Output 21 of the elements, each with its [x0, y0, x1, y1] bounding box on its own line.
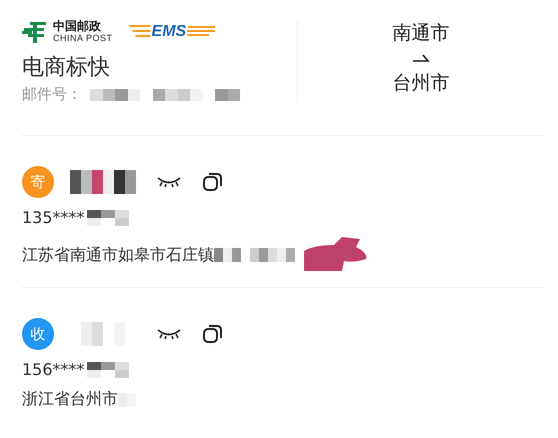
pixelated-redaction [86, 362, 129, 378]
badge: 寄 [22, 166, 54, 198]
origin-city: 南通市 [392, 21, 450, 46]
tracking-label: 邮件号： [22, 85, 82, 104]
address-text: 浙江省台州市 [22, 389, 118, 410]
eye-closed-icon[interactable] [156, 176, 182, 188]
copy-icon[interactable] [202, 171, 224, 193]
copy-icon[interactable] [202, 323, 224, 345]
logo-text: 中国邮政 [53, 20, 102, 32]
address-text: 江苏省南通市如皋市石庄镇 [22, 244, 214, 266]
badge: 收 [22, 318, 54, 350]
pixelated-redaction [86, 210, 129, 226]
phone-number: 156**** [22, 360, 85, 379]
logo-text: CHINA POST [53, 34, 113, 43]
pixelated-redaction [70, 170, 136, 194]
china-post-emblem-icon [22, 20, 48, 42]
destination-city: 台州市 [392, 71, 450, 96]
phone-number: 135**** [22, 208, 85, 227]
service-name: 电商标快 [22, 54, 111, 82]
eye-closed-icon[interactable] [156, 328, 182, 340]
ems-logo: EMS [128, 22, 216, 40]
